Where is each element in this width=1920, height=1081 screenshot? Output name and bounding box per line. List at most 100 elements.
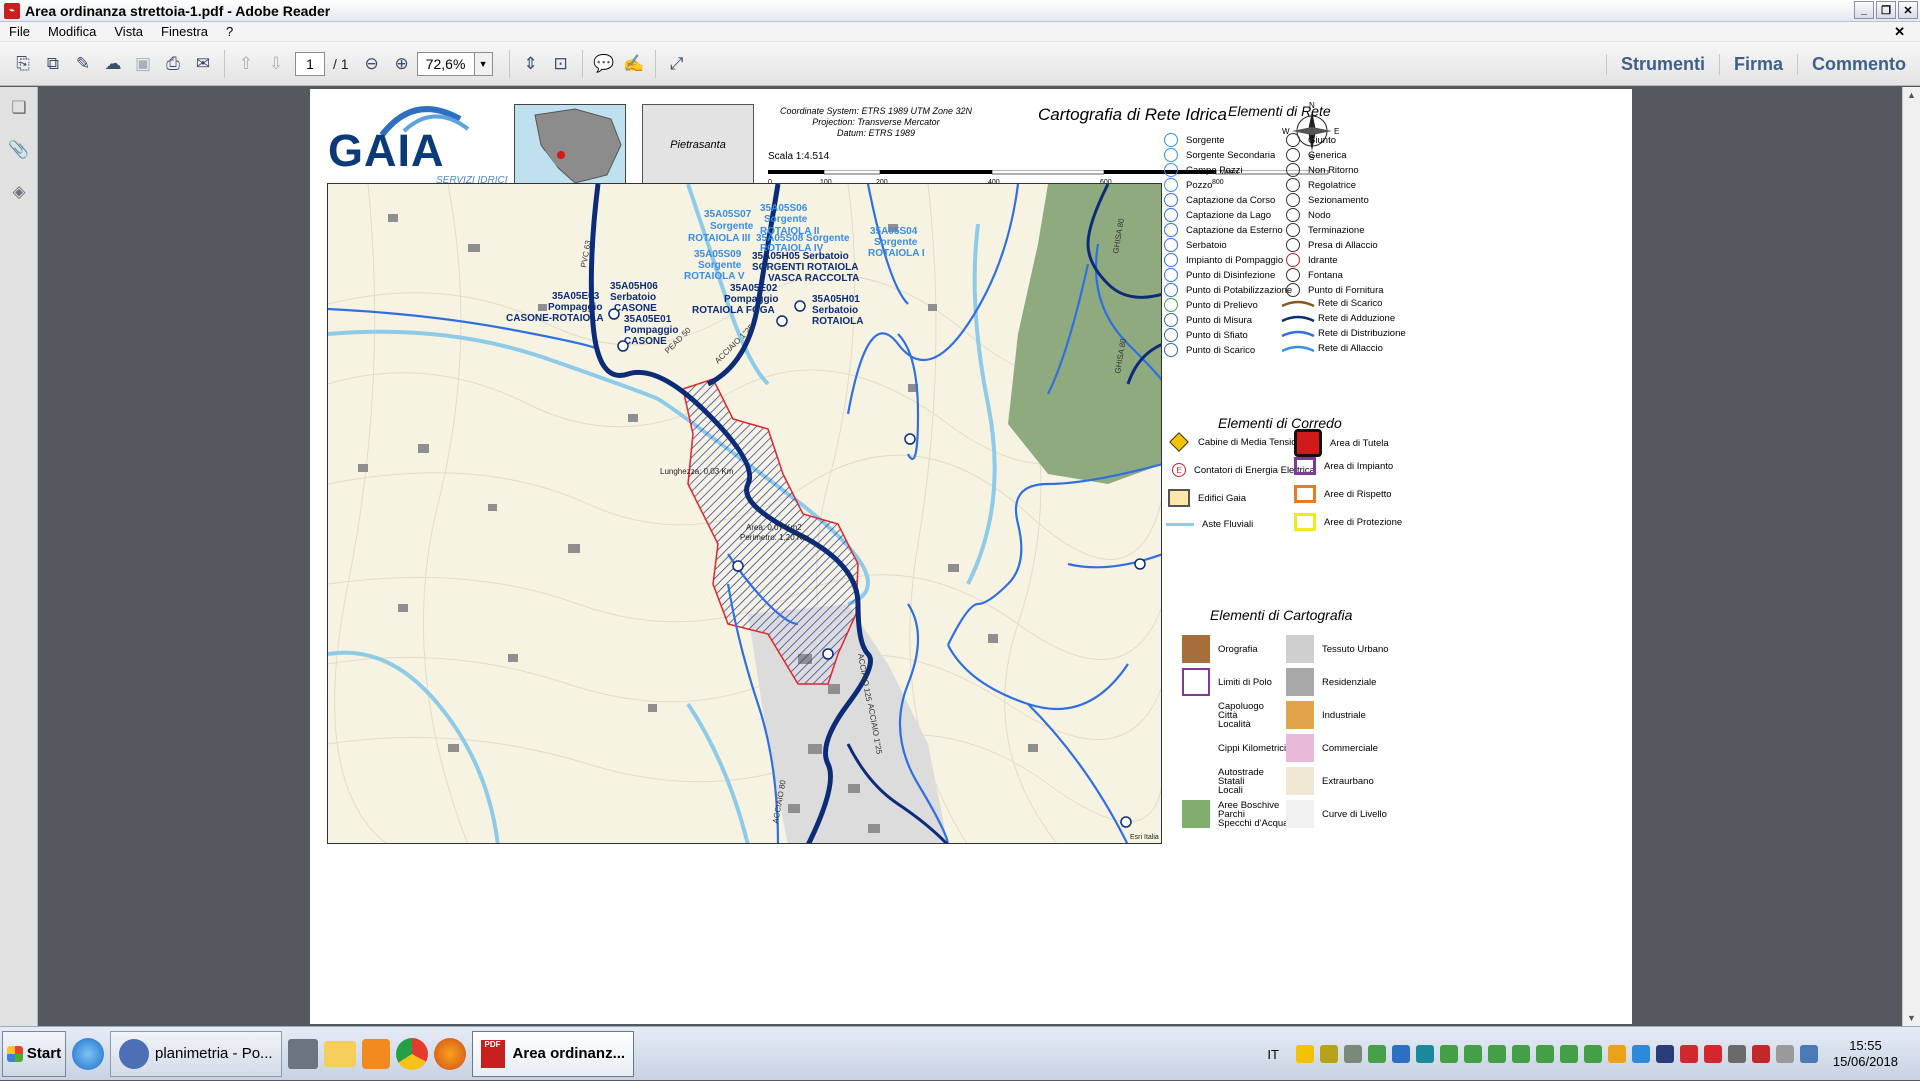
legend-carto-item: Limiti di Polo	[1182, 668, 1272, 696]
language-indicator[interactable]: IT	[1267, 1047, 1279, 1062]
tray-app-icon[interactable]	[1751, 1045, 1770, 1063]
zoom-level-input[interactable]: 72,6%	[416, 51, 475, 76]
next-page-icon[interactable]: ⇩	[263, 51, 289, 77]
edit-pdf-icon[interactable]: ✎	[70, 51, 96, 77]
tray-shield-icon[interactable]	[1295, 1045, 1314, 1063]
comment-icon[interactable]: 💬	[591, 51, 617, 77]
file-explorer-icon[interactable]	[323, 1031, 356, 1077]
taskbar-area-ordinanza[interactable]: PDF Area ordinanz...	[471, 1030, 635, 1077]
menu-file[interactable]: File	[0, 24, 39, 39]
tray-mail-icon[interactable]	[1439, 1045, 1458, 1063]
task-manager-icon[interactable]	[287, 1031, 318, 1077]
legend-carto-item: Commerciale	[1286, 734, 1378, 762]
tools-link[interactable]: Strumenti	[1605, 53, 1719, 75]
menu-finestra[interactable]: Finestra	[152, 24, 217, 39]
media-player-icon[interactable]	[361, 1031, 390, 1077]
tray-app-icon[interactable]	[1415, 1045, 1434, 1063]
previous-page-icon[interactable]: ⇧	[233, 51, 259, 77]
email-icon[interactable]: ✉	[190, 51, 216, 77]
legend-swatch	[1286, 800, 1314, 828]
close-document-icon[interactable]: ✕	[1885, 24, 1914, 40]
fit-width-icon[interactable]: ⊡	[548, 51, 574, 77]
map-label: 35A05H06	[610, 281, 658, 292]
legend-area-impianto: Area di Impianto	[1294, 457, 1393, 475]
chrome-icon[interactable]	[395, 1031, 428, 1077]
legend-rete-item: Punto di Prelievo	[1164, 298, 1258, 312]
create-pdf-icon[interactable]: ⎘	[10, 51, 36, 77]
legend-symbol-icon	[1164, 133, 1178, 147]
tray-app-icon[interactable]	[1631, 1045, 1650, 1063]
legend-symbol-icon	[1286, 193, 1300, 207]
close-window-button[interactable]: ✕	[1898, 1, 1918, 19]
layers-icon[interactable]: ◈	[6, 179, 32, 205]
tray-mail-icon[interactable]	[1487, 1045, 1506, 1063]
tray-app-icon[interactable]	[1727, 1045, 1746, 1063]
water-network-map[interactable]: 35A05S07 Sorgente ROTAIOLA III 35A05S06 …	[327, 183, 1162, 844]
fit-page-icon[interactable]: ⇕	[518, 51, 544, 77]
legend-carto-title: Elementi di Cartografia	[1210, 607, 1353, 623]
tray-mail-icon[interactable]	[1583, 1045, 1602, 1063]
legend-symbol-icon	[1164, 283, 1178, 297]
pages-thumbnail-icon[interactable]: ❏	[6, 95, 32, 121]
combine-files-icon[interactable]: ⧉	[40, 51, 66, 77]
internet-explorer-icon[interactable]	[72, 1031, 104, 1077]
save-icon[interactable]: ▣	[130, 51, 156, 77]
cloud-upload-icon[interactable]: ☁	[100, 51, 126, 77]
tray-check-icon[interactable]	[1367, 1045, 1386, 1063]
start-button[interactable]: Start	[2, 1030, 66, 1077]
tray-mail-icon[interactable]	[1535, 1045, 1554, 1063]
tray-app-icon[interactable]	[1655, 1045, 1674, 1063]
zoom-out-icon[interactable]: ⊖	[359, 51, 385, 77]
clock[interactable]: 15:55 15/06/2018	[1833, 1038, 1898, 1070]
tray-people-icon[interactable]	[1607, 1045, 1626, 1063]
menu-modifica[interactable]: Modifica	[39, 24, 105, 39]
legend-carto-item: Extraurbano	[1286, 767, 1374, 795]
tray-mail-icon[interactable]	[1559, 1045, 1578, 1063]
sign-icon[interactable]: ✍	[621, 51, 647, 77]
legend-rete-point: Generica	[1286, 148, 1347, 162]
tray-app-icon[interactable]	[1679, 1045, 1698, 1063]
legend-rete-item: Captazione da Lago	[1164, 208, 1271, 222]
tray-app-icon[interactable]	[1703, 1045, 1722, 1063]
tray-network-icon[interactable]	[1343, 1045, 1362, 1063]
zoom-dropdown-icon[interactable]: ▼	[474, 51, 493, 76]
tray-app-icon[interactable]	[1319, 1045, 1338, 1063]
legend-symbol-icon	[1164, 298, 1178, 312]
fullscreen-icon[interactable]: ⤢	[664, 51, 690, 77]
sign-link[interactable]: Firma	[1718, 53, 1797, 75]
page-number-input[interactable]: 1	[295, 51, 325, 76]
map-label: 35A05S09	[694, 249, 742, 260]
tray-app-icon[interactable]	[1391, 1045, 1410, 1063]
minimize-button[interactable]: _	[1854, 1, 1874, 19]
map-title: Cartografia di Rete Idrica	[1038, 105, 1227, 124]
legend-rete-item: Campo Pozzi	[1164, 163, 1243, 177]
map-label: 35A05S06	[760, 203, 808, 214]
comment-link[interactable]: Commento	[1797, 53, 1920, 75]
map-label: Serbatoio	[610, 292, 656, 303]
perimeter-measure: Perimetro: 1,20 Km	[740, 533, 809, 542]
gaia-logo: GAIA SERVIZI IDRICI	[328, 103, 508, 186]
legend-rete-point: Idrante	[1286, 253, 1338, 267]
zoom-in-icon[interactable]: ⊕	[389, 51, 415, 77]
tray-app-icon[interactable]	[1799, 1045, 1818, 1063]
taskbar-planimetria[interactable]: planimetria - Po...	[110, 1030, 282, 1077]
scroll-up-icon[interactable]: ▲	[1903, 87, 1920, 103]
legend-rete-point: Presa di Allaccio	[1286, 238, 1378, 252]
scroll-down-icon[interactable]: ▼	[1903, 1010, 1920, 1026]
maximize-button[interactable]: ❐	[1876, 1, 1896, 19]
firefox-icon[interactable]	[433, 1031, 466, 1077]
vertical-scrollbar[interactable]: ▲ ▼	[1902, 87, 1920, 1026]
menu-help[interactable]: ?	[217, 24, 242, 39]
map-label: ROTAIOLA III	[688, 233, 750, 244]
attachments-icon[interactable]: 📎	[6, 137, 32, 163]
print-icon[interactable]: ⎙	[160, 51, 186, 77]
menu-vista[interactable]: Vista	[105, 24, 152, 39]
legend-swatch	[1182, 734, 1210, 762]
legend-rete-item: Punto di Potabilizzazione	[1164, 283, 1292, 297]
tray-mail-icon[interactable]	[1511, 1045, 1530, 1063]
map-label: CASONE-ROTAIOLA	[506, 313, 604, 324]
legend-symbol-icon	[1164, 208, 1178, 222]
tray-volume-icon[interactable]	[1775, 1045, 1794, 1063]
map-label: Sorgente	[698, 260, 742, 271]
tray-mail-icon[interactable]	[1463, 1045, 1482, 1063]
